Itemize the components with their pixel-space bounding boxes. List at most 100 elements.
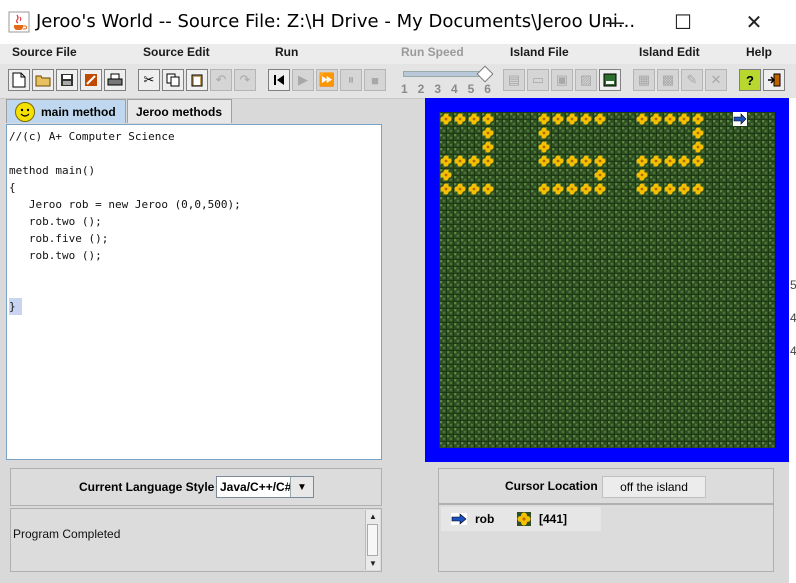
flower-icon <box>482 141 494 153</box>
menu-help[interactable]: Help <box>746 45 772 59</box>
help-icon[interactable]: ? <box>739 69 761 91</box>
stop-icon[interactable]: ■ <box>364 69 386 91</box>
new-island-icon[interactable]: ▤ <box>503 69 525 91</box>
scroll-thumb[interactable] <box>367 524 378 556</box>
gutter-digit: 5 <box>790 278 796 292</box>
menu-source-file[interactable]: Source File <box>12 45 77 59</box>
paste-icon[interactable] <box>186 69 208 91</box>
menu-run-speed[interactable]: Run Speed <box>401 45 464 59</box>
flower-icon <box>566 155 578 167</box>
clear-island-icon[interactable]: ▦ <box>633 69 655 91</box>
message-scrollbar[interactable]: ▲ ▼ <box>365 510 380 570</box>
flower-icon <box>678 155 690 167</box>
copy-icon[interactable] <box>162 69 184 91</box>
speed-label: 1 <box>401 82 408 96</box>
flower-icon <box>650 155 662 167</box>
flower-icon <box>664 113 676 125</box>
language-style-panel: Current Language Style Java/C++/C# ▼ <box>10 468 382 506</box>
speed-label: 6 <box>484 82 491 96</box>
pause-icon[interactable]: ⏸ <box>340 69 362 91</box>
jeroo-arrow-icon <box>451 513 467 525</box>
code-line: Jeroo rob = new Jeroo (0,0,500); <box>9 198 241 211</box>
menu-island-edit[interactable]: Island Edit <box>639 45 700 59</box>
flower-icon <box>594 169 606 181</box>
flower-icon <box>538 127 550 139</box>
flower-icon <box>636 183 648 195</box>
flower-icon <box>650 113 662 125</box>
undo-icon[interactable]: ↶ <box>210 69 232 91</box>
island-view[interactable] <box>425 98 789 462</box>
smiley-icon <box>15 101 35 122</box>
close-button[interactable]: ✕ <box>724 0 784 44</box>
language-style-value: Java/C++/C# <box>220 480 292 494</box>
menu-source-edit[interactable]: Source Edit <box>143 45 210 59</box>
open-island-icon[interactable]: ▭ <box>527 69 549 91</box>
menu-island-file[interactable]: Island File <box>510 45 569 59</box>
flower-icon <box>538 141 550 153</box>
flower-icon <box>636 169 648 181</box>
jeroo-status-panel: rob [441] <box>438 504 774 572</box>
flower-icon <box>636 155 648 167</box>
island-grass[interactable] <box>439 112 775 448</box>
menu-run[interactable]: Run <box>275 45 298 59</box>
tab-label: Jeroo methods <box>136 104 223 119</box>
flower-icon <box>566 113 578 125</box>
window-title: Jeroo's World -- Source File: Z:\H Drive… <box>36 11 636 32</box>
flower-icon <box>594 183 606 195</box>
cursor-location-label: Cursor Location <box>505 479 598 493</box>
cut-icon[interactable]: ✂ <box>138 69 160 91</box>
cursor-location-value: off the island <box>602 476 706 498</box>
speed-label: 3 <box>434 82 441 96</box>
exit-icon[interactable] <box>763 69 785 91</box>
flower-icon <box>538 183 550 195</box>
menu-bar: Source File Source Edit Run Run Speed Is… <box>0 44 796 64</box>
flower-icon <box>482 183 494 195</box>
save-as-icon[interactable] <box>80 69 102 91</box>
flower-icon <box>566 183 578 195</box>
maximize-button[interactable]: ☐ <box>653 0 713 44</box>
jeroo-status-row: rob [441] <box>441 507 601 531</box>
flower-icon <box>454 113 466 125</box>
gutter-digit: 4 <box>790 344 796 358</box>
scroll-down-icon[interactable]: ▼ <box>366 557 380 570</box>
flower-icon <box>440 113 452 125</box>
language-style-select[interactable]: Java/C++/C# ▼ <box>216 476 314 498</box>
run-stepwise-icon[interactable]: ▶ <box>292 69 314 91</box>
chevron-down-icon[interactable]: ▼ <box>290 477 313 497</box>
open-folder-icon[interactable] <box>32 69 54 91</box>
save-icon[interactable] <box>56 69 78 91</box>
tab-main-method[interactable]: main method <box>6 99 126 123</box>
print-island-icon[interactable] <box>599 69 621 91</box>
slider-track <box>403 71 483 77</box>
flower-icon <box>440 169 452 181</box>
code-line: { <box>9 181 16 194</box>
code-editor[interactable]: //(c) A+ Computer Science method main() … <box>6 124 382 460</box>
run-speed-slider[interactable]: 1 2 3 4 5 6 <box>397 65 494 96</box>
tab-jeroo-methods[interactable]: Jeroo methods <box>127 99 232 123</box>
save-island-icon[interactable]: ▣ <box>551 69 573 91</box>
flower-icon <box>692 113 704 125</box>
save-island-as-icon[interactable]: ▨ <box>575 69 597 91</box>
run-continuous-icon[interactable]: ⏩ <box>316 69 338 91</box>
flower-icon <box>580 155 592 167</box>
code-line: method main() <box>9 164 96 177</box>
scroll-up-icon[interactable]: ▲ <box>366 510 380 523</box>
reset-icon[interactable] <box>268 69 290 91</box>
redo-icon[interactable]: ↷ <box>234 69 256 91</box>
code-line: rob.five (); <box>9 232 109 245</box>
edit-island-icon[interactable]: ✎ <box>681 69 703 91</box>
gutter-digit: 4 <box>790 311 796 325</box>
print-icon[interactable] <box>104 69 126 91</box>
flower-icon <box>664 155 676 167</box>
remove-icon[interactable]: ✕ <box>705 69 727 91</box>
flower-icon <box>552 113 564 125</box>
flower-icon <box>692 127 704 139</box>
flower-count: [441] <box>539 512 568 526</box>
new-file-icon[interactable] <box>8 69 30 91</box>
slider-thumb[interactable] <box>476 65 494 83</box>
java-app-icon <box>8 11 30 33</box>
grid-icon[interactable]: ▩ <box>657 69 679 91</box>
minimize-button[interactable]: — <box>585 0 645 44</box>
slider-labels: 1 2 3 4 5 6 <box>401 82 491 96</box>
speed-label: 4 <box>450 82 458 96</box>
